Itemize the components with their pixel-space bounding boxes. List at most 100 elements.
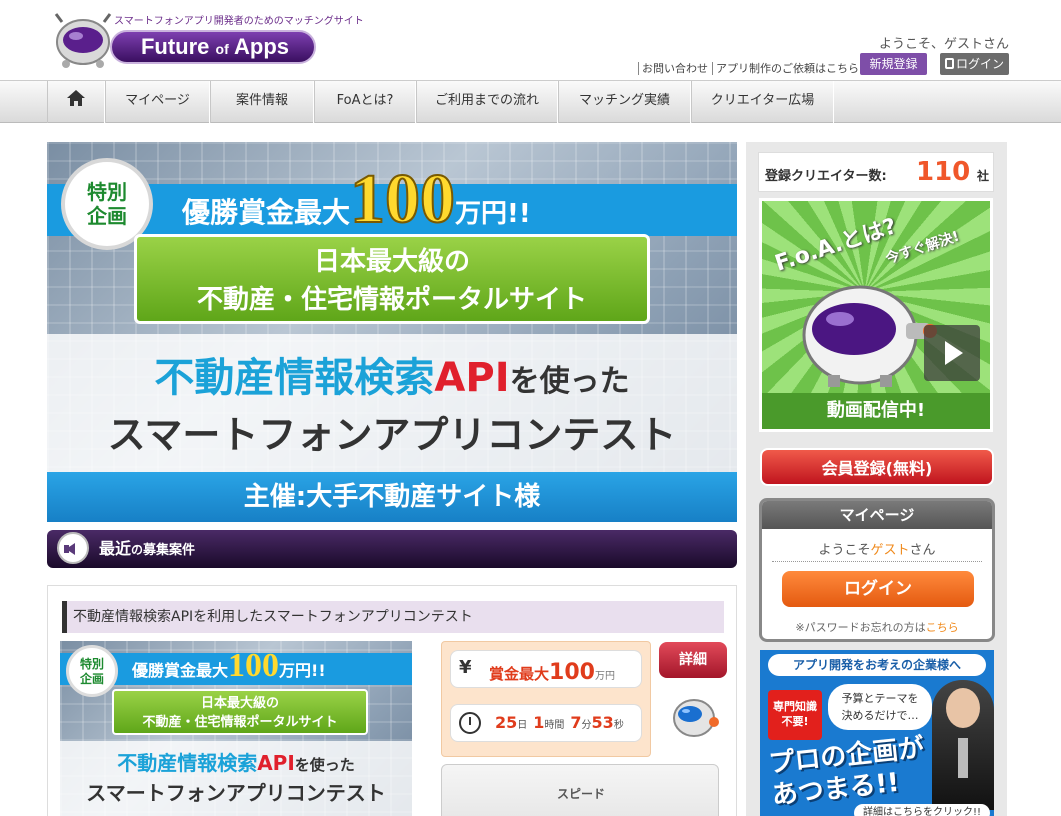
ad-bubble-text: 予算とテーマを 決めるだけで… <box>841 692 919 722</box>
ad-badge: 専門知識 不要! <box>768 690 822 740</box>
contact-link[interactable]: お問い合わせ <box>638 62 712 75</box>
prize-amount-label: 賞金最大100万円 <box>489 660 615 685</box>
minutes-unit: 分 <box>581 720 592 731</box>
thumb-portal-line1: 日本最大級の <box>200 696 279 711</box>
prize-amount: 100 <box>349 160 456 239</box>
ad-heading: アプリ開発をお考えの企業様へ <box>768 654 986 676</box>
thumb-prize-prefix: 優勝賞金最大 <box>132 661 229 680</box>
countdown-hours: 1 <box>533 713 545 732</box>
thumb-api-blue: 不動産情報検索 <box>117 751 258 775</box>
api-blue-text: 不動産情報検索 <box>154 355 435 401</box>
thumb-prize: 優勝賞金最大100万円!! <box>132 647 326 685</box>
prize-row: ¥ 賞金最大100万円 <box>450 650 642 688</box>
host-line: 主催:大手不動産サイト様 <box>47 472 737 522</box>
thumb-prize-unit: 万円!! <box>279 661 326 680</box>
video-footer: 動画配信中! <box>762 393 990 429</box>
nav-flow[interactable]: ご利用までの流れ <box>416 81 558 123</box>
mypage-welcome: ようこそゲストさん <box>762 539 992 558</box>
request-link[interactable]: アプリ制作のご依頼はこちら <box>712 62 863 75</box>
mypage-welcome-b: さん <box>909 543 936 558</box>
sidebar-login-button[interactable]: ログイン <box>782 571 974 607</box>
prize-headline: 優勝賞金最大100万円!! <box>182 160 531 240</box>
countdown-minutes: 7 <box>570 713 582 732</box>
thumb-portal-line2: 不動産・住宅情報ポータルサイト <box>142 715 338 730</box>
api-headline: 不動産情報検索APIを使った <box>47 345 737 403</box>
thumb-contest-title: スマートフォンアプリコンテスト <box>86 781 386 805</box>
nav-home[interactable] <box>47 81 105 123</box>
logo-wordmark: Future of Apps <box>110 30 316 64</box>
businessman-image <box>932 680 994 810</box>
countdown-days: 25 <box>495 713 518 732</box>
nav-mypage[interactable]: マイページ <box>105 81 210 123</box>
section-title-c: 募集案件 <box>143 543 196 558</box>
ad-footer-link[interactable]: 詳細はこちらをクリック!! <box>854 804 990 816</box>
logo-main: Future <box>140 34 210 59</box>
prize-value: 100 <box>549 660 595 685</box>
key-icon <box>944 58 954 69</box>
logo-end: Apps <box>234 34 290 59</box>
nav-about[interactable]: FoAとは? <box>314 81 416 123</box>
creator-count-unit: 社 <box>977 169 990 183</box>
robot-mascot-icon <box>54 13 112 68</box>
ad-badge-text: 専門知識 不要! <box>773 700 817 728</box>
video-title: F.o.A.とは? <box>771 213 900 277</box>
creator-count-label: 登録クリエイター数: <box>765 169 887 184</box>
nav-projects[interactable]: 案件情報 <box>210 81 314 123</box>
project-thumbnail[interactable]: 特別 企画 優勝賞金最大100万円!! 日本最大級の 不動産・住宅情報ポータルサ… <box>60 641 412 816</box>
home-icon <box>67 90 85 106</box>
thumb-badge-text: 特別 企画 <box>79 657 104 686</box>
member-register-button[interactable]: 会員登録(無料) <box>760 448 994 486</box>
thumb-api-headline: 不動産情報検索APIを使った <box>60 747 412 776</box>
special-badge-text: 特別 企画 <box>87 180 127 228</box>
portal-box: 日本最大級の 不動産・住宅情報ポータルサイト <box>134 234 650 324</box>
robot-mascot-large-icon <box>802 285 937 387</box>
robot-mascot-small-icon <box>673 699 719 737</box>
project-info: ¥ 賞金最大100万円 25日 1時間 7分53秒 <box>441 641 651 757</box>
site-header: スマートフォンアプリ開発者のためのマッチングサイト Future of Apps… <box>0 0 1061 80</box>
stopwatch-icon <box>459 712 481 734</box>
contest-banner[interactable]: 特別 企画 優勝賞金最大100万円!! 日本最大級の 不動産・住宅情報ポータルサ… <box>47 142 737 522</box>
creator-count-value: 110 <box>916 157 971 187</box>
countdown: 25日 1時間 7分53秒 <box>495 713 630 732</box>
register-button[interactable]: 新規登録 <box>860 53 927 75</box>
speed-chart-box: スピード <box>441 764 719 816</box>
countdown-row: 25日 1時間 7分53秒 <box>450 704 642 742</box>
portal-line2: 不動産・住宅情報ポータルサイト <box>196 285 587 315</box>
days-unit: 日 <box>517 720 528 731</box>
about-video-banner[interactable]: F.o.A.とは? 今すぐ解決! 動画配信中! <box>759 198 993 432</box>
welcome-text: ようこそ、ゲストさん <box>878 37 1009 52</box>
hours-unit: 時間 <box>544 720 565 731</box>
contest-title: スマートフォンアプリコンテスト <box>107 413 677 457</box>
portal-line1: 日本最大級の <box>313 247 470 277</box>
detail-button[interactable]: 詳細 <box>659 642 727 678</box>
prize-unit: 万円!! <box>455 199 531 229</box>
mypage-welcome-guest: ゲスト <box>870 543 910 558</box>
forgot-password-text: ※パスワードお忘れの方は <box>795 621 926 634</box>
play-icon[interactable] <box>924 325 980 381</box>
thumb-api-red: API <box>257 751 295 775</box>
project-title[interactable]: 不動産情報検索APIを利用したスマートフォンアプリコンテスト <box>62 601 724 633</box>
global-nav: マイページ 案件情報 FoAとは? ご利用までの流れ マッチング実績 クリエイタ… <box>0 80 1061 123</box>
nav-creator-plaza[interactable]: クリエイター広場 <box>691 81 834 123</box>
project-card: 不動産情報検索APIを利用したスマートフォンアプリコンテスト 特別 企画 優勝賞… <box>47 585 737 816</box>
api-red-text: API <box>434 355 510 401</box>
ad-speech-bubble: 予算とテーマを 決めるだけで… <box>828 684 932 730</box>
nav-results[interactable]: マッチング実績 <box>558 81 691 123</box>
logo-tagline: スマートフォンアプリ開発者のためのマッチングサイト <box>114 16 364 27</box>
recent-projects-header: 最近の募集案件 <box>47 530 737 568</box>
yen-icon: ¥ <box>459 657 472 678</box>
utility-links: お問い合わせ アプリ制作のご依頼はこちら <box>638 60 871 76</box>
speaker-icon <box>57 532 89 564</box>
prize-label-text: 賞金最大 <box>489 665 550 683</box>
forgot-password-link[interactable]: こちら <box>926 621 959 634</box>
section-title-b: の <box>131 543 144 557</box>
thumb-api-dark: を使った <box>294 756 355 774</box>
thumb-portal-box: 日本最大級の 不動産・住宅情報ポータルサイト <box>112 689 368 735</box>
site-logo[interactable]: スマートフォンアプリ開発者のためのマッチングサイト Future of Apps <box>52 8 364 74</box>
enterprise-ad-banner[interactable]: アプリ開発をお考えの企業様へ 専門知識 不要! 予算とテーマを 決めるだけで… … <box>760 650 994 816</box>
header-login-button[interactable]: ログイン <box>940 53 1009 75</box>
thumb-prize-amount: 100 <box>228 647 280 684</box>
creator-count-box: 登録クリエイター数: 110 社 <box>758 152 994 192</box>
prize-unit-text: 万円 <box>594 671 615 682</box>
logo-of: of <box>215 41 229 57</box>
